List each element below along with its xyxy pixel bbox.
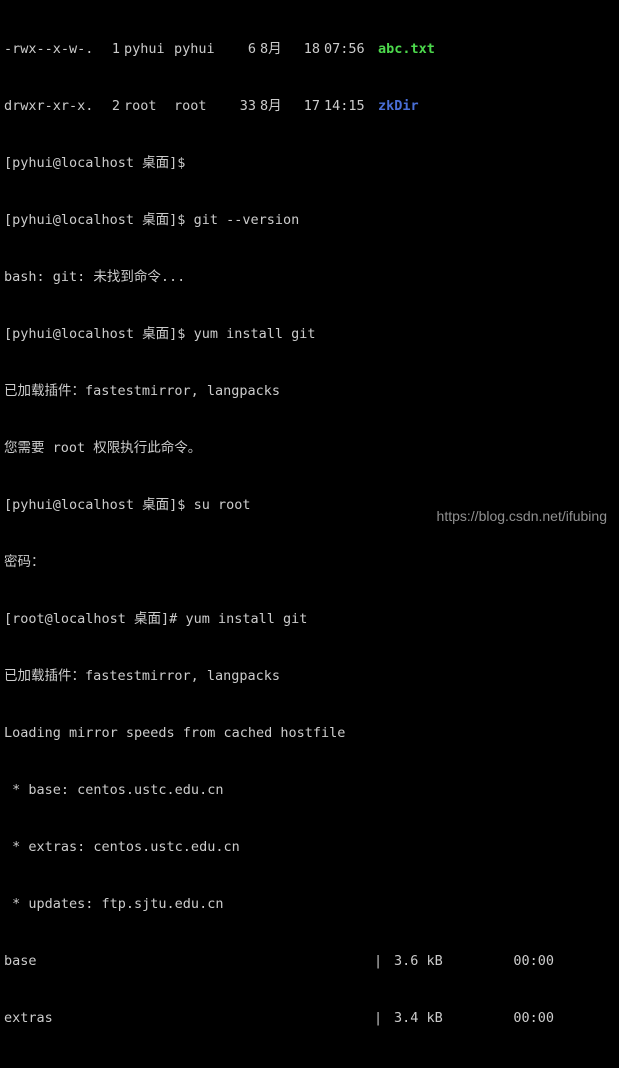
ls-size: 6	[228, 40, 256, 59]
repo-name: updates	[4, 1066, 374, 1068]
ls-dirname: zkDir	[374, 97, 419, 116]
prompt-line: [pyhui@localhost 桌面]$	[4, 154, 615, 173]
output-line: 您需要 root 权限执行此命令。	[4, 439, 615, 458]
ls-perms: -rwx--x-w-.	[4, 40, 102, 59]
ls-time: 14:15	[320, 97, 374, 116]
repo-time: 00:00	[474, 952, 554, 971]
ls-day: 18	[288, 40, 320, 59]
ls-row: drwxr-xr-x. 2 root root 33 8月 17 14:15 z…	[4, 97, 615, 116]
repo-row: base | 3.6 kB 00:00	[4, 952, 615, 971]
command: yum install git	[194, 326, 316, 342]
ls-month: 8月	[256, 97, 288, 116]
repo-size: 3.6 kB	[394, 952, 474, 971]
prompt-line: [root@localhost 桌面]# yum install git	[4, 610, 615, 629]
prompt-line: [pyhui@localhost 桌面]$ git --version	[4, 211, 615, 230]
prompt-user: [pyhui@localhost 桌面]$	[4, 155, 194, 171]
mirror-line: * base: centos.ustc.edu.cn	[4, 781, 615, 800]
ls-perms: drwxr-xr-x.	[4, 97, 102, 116]
repo-time: 00:00	[474, 1009, 554, 1028]
command: git --version	[194, 212, 300, 228]
repo-row: updates | 3.4 kB 00:00	[4, 1066, 615, 1068]
prompt-user: [pyhui@localhost 桌面]$	[4, 497, 194, 513]
repo-separator: |	[374, 1066, 394, 1068]
mirror-line: * updates: ftp.sjtu.edu.cn	[4, 895, 615, 914]
repo-separator: |	[374, 1009, 394, 1028]
ls-time: 07:56	[320, 40, 374, 59]
repo-separator: |	[374, 952, 394, 971]
ls-links: 2	[102, 97, 120, 116]
output-line: 已加载插件：fastestmirror, langpacks	[4, 667, 615, 686]
ls-owner: root	[120, 97, 174, 116]
prompt-user: [pyhui@localhost 桌面]$	[4, 212, 194, 228]
ls-month: 8月	[256, 40, 288, 59]
watermark-text: https://blog.csdn.net/ifubing	[437, 507, 607, 526]
mirror-line: * extras: centos.ustc.edu.cn	[4, 838, 615, 857]
output-line: Loading mirror speeds from cached hostfi…	[4, 724, 615, 743]
ls-group: pyhui	[174, 40, 228, 59]
ls-filename: abc.txt	[374, 40, 435, 59]
repo-size: 3.4 kB	[394, 1009, 474, 1028]
prompt-line: [pyhui@localhost 桌面]$ yum install git	[4, 325, 615, 344]
output-line: bash: git: 未找到命令...	[4, 268, 615, 287]
repo-name: base	[4, 952, 374, 971]
password-prompt: 密码：	[4, 553, 615, 572]
prompt-root: [root@localhost 桌面]#	[4, 611, 185, 627]
ls-links: 1	[102, 40, 120, 59]
prompt-user: [pyhui@localhost 桌面]$	[4, 326, 194, 342]
terminal-output[interactable]: -rwx--x-w-. 1 pyhui pyhui 6 8月 18 07:56 …	[0, 0, 619, 1068]
repo-time: 00:00	[474, 1066, 554, 1068]
command: su root	[194, 497, 251, 513]
command: yum install git	[185, 611, 307, 627]
repo-name: extras	[4, 1009, 374, 1028]
repo-size: 3.4 kB	[394, 1066, 474, 1068]
ls-size: 33	[228, 97, 256, 116]
ls-day: 17	[288, 97, 320, 116]
ls-group: root	[174, 97, 228, 116]
ls-owner: pyhui	[120, 40, 174, 59]
output-line: 已加载插件：fastestmirror, langpacks	[4, 382, 615, 401]
ls-row: -rwx--x-w-. 1 pyhui pyhui 6 8月 18 07:56 …	[4, 40, 615, 59]
repo-row: extras | 3.4 kB 00:00	[4, 1009, 615, 1028]
